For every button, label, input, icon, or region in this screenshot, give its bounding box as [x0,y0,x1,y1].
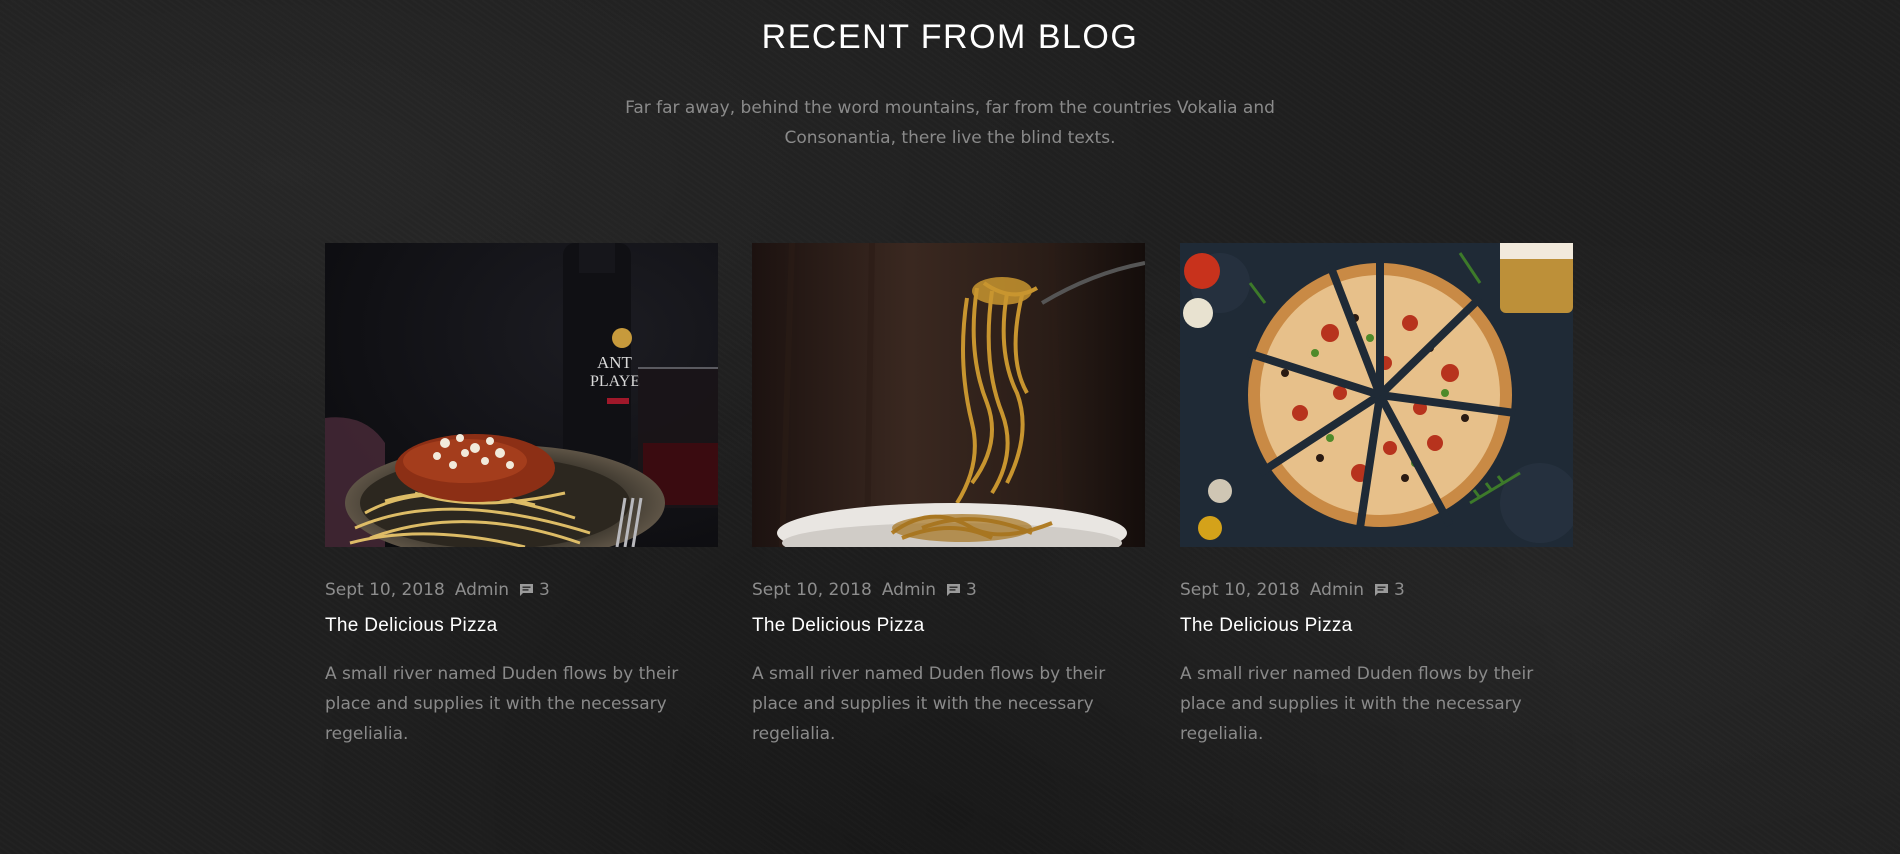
post-date[interactable]: Sept 10, 2018 [1180,580,1300,600]
post-title[interactable]: The Delicious Pizza [1180,615,1573,637]
section-title: RECENT FROM BLOG [761,18,1139,56]
chat-bubble-icon [947,584,961,596]
post-comments[interactable]: 3 [519,580,550,600]
post-meta: Sept 10, 2018 Admin 3 [752,579,1145,601]
post-meta: Sept 10, 2018 Admin 3 [325,579,718,601]
chat-bubble-icon [520,584,534,596]
comment-count: 3 [1394,580,1405,600]
post-title[interactable]: The Delicious Pizza [325,615,718,637]
post-comments[interactable]: 3 [946,580,977,600]
post-author[interactable]: Admin [882,580,936,600]
post-date[interactable]: Sept 10, 2018 [325,580,445,600]
post-date[interactable]: Sept 10, 2018 [752,580,872,600]
blog-card-image-link[interactable] [1180,243,1573,547]
blog-card: Sept 10, 2018 Admin 3 The Delicious Pizz… [752,243,1145,749]
blog-cards: ANT PLAYE Sept 10, 2018 Admin 3 The Deli… [325,243,1575,744]
blog-card-image-link[interactable] [752,243,1145,547]
post-author[interactable]: Admin [455,580,509,600]
blog-card: Sept 10, 2018 Admin 3 The Delicious Pizz… [1180,243,1573,749]
comment-count: 3 [539,580,550,600]
post-excerpt: A small river named Duden flows by their… [325,664,679,744]
post-meta: Sept 10, 2018 Admin 3 [1180,579,1573,601]
pasta-on-fork-photo [752,243,1145,547]
post-excerpt: A small river named Duden flows by their… [1180,664,1534,744]
svg-text:PLAYE: PLAYE [590,373,640,390]
chat-bubble-icon [1375,584,1389,596]
blog-card: ANT PLAYE Sept 10, 2018 Admin 3 The Deli… [325,243,718,749]
spaghetti-bolognese-photo: ANT PLAYE [325,243,718,547]
sliced-pizza-photo [1180,243,1573,547]
post-comments[interactable]: 3 [1374,580,1405,600]
section-subtitle: Far far away, behind the word mountains,… [625,98,1275,148]
post-title[interactable]: The Delicious Pizza [752,615,1145,637]
post-author[interactable]: Admin [1310,580,1364,600]
post-excerpt: A small river named Duden flows by their… [752,664,1106,744]
comment-count: 3 [966,580,977,600]
svg-text:ANT: ANT [597,353,633,372]
blog-card-image-link[interactable]: ANT PLAYE [325,243,718,547]
